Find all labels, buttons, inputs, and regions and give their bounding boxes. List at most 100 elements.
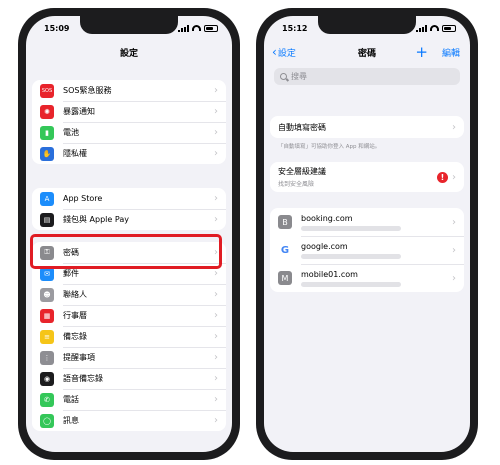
chevron-right-icon: › (214, 193, 218, 204)
settings-row-label: 暴露通知 (63, 107, 95, 116)
settings-row-sos[interactable]: SOS SOS緊急服務 › (32, 80, 226, 101)
wallet-icon: ▤ (40, 212, 54, 227)
booking-site-icon: B (278, 215, 292, 229)
chevron-right-icon: › (214, 148, 218, 159)
password-entry-row[interactable]: Bbooking.com › (270, 208, 464, 236)
settings-row-notes[interactable]: ≡ 備忘錄 › (32, 326, 226, 347)
exposure-notification-icon: ✺ (40, 104, 54, 119)
add-password-button[interactable]: + (415, 45, 428, 60)
blurred-username (301, 225, 401, 231)
settings-row-label: 語音備忘錄 (63, 374, 103, 383)
nav-bar: ‹ 設定 密碼 + 編輯 (264, 40, 470, 64)
chevron-right-icon: › (214, 214, 218, 225)
signal-icon (178, 24, 189, 32)
settings-row-label: 錢包與 Apple Pay (63, 215, 129, 224)
site-name: booking.com (301, 213, 353, 223)
settings-row-app-store[interactable]: A App Store › (32, 188, 226, 209)
settings-row-label: 電話 (63, 395, 79, 404)
chevron-right-icon: › (452, 272, 456, 284)
settings-row-wallet[interactable]: ▤ 錢包與 Apple Pay › (32, 209, 226, 230)
chevron-right-icon: › (214, 310, 218, 321)
notch (318, 16, 416, 34)
settings-row-voice-memos[interactable]: ◉ 語音備忘錄 › (32, 368, 226, 389)
right-phone: 15:12 ‹ 設定 密碼 + 編輯 搜尋 自動填寫密碼 › 「自動填寫」可協助… (256, 8, 478, 460)
password-entry-row[interactable]: Ggoogle.com › (270, 236, 464, 264)
chevron-right-icon: › (214, 352, 218, 363)
blurred-username (301, 281, 401, 287)
password-entry-text: mobile01.com (301, 270, 452, 287)
wifi-icon (430, 25, 439, 31)
chevron-right-icon: › (214, 127, 218, 138)
reminders-icon: ⋮ (40, 350, 54, 365)
search-placeholder: 搜尋 (291, 72, 307, 81)
site-name: mobile01.com (301, 269, 358, 279)
wifi-icon (192, 25, 201, 31)
settings-row-label: 行事曆 (63, 311, 87, 320)
settings-row-contacts[interactable]: ☻ 聯絡人 › (32, 284, 226, 305)
warning-badge-icon: ! (437, 171, 448, 183)
autofill-footnote: 「自動填寫」可協助你登入 App 和網站。 (278, 144, 381, 150)
status-time: 15:12 (282, 23, 308, 33)
edit-button[interactable]: 編輯 (442, 46, 460, 59)
left-phone: 15:09 設定 SOS SOS緊急服務 › ✺ 暴露通知 › ▮ 電池 › ✋ 隱私權 › A App… (18, 8, 240, 460)
autofill-card: 自動填寫密碼 › (270, 116, 464, 138)
settings-row-reminders[interactable]: ⋮ 提醒事項 › (32, 347, 226, 368)
signal-icon (416, 24, 427, 32)
contacts-icon: ☻ (40, 287, 54, 302)
chevron-right-icon: › (214, 289, 218, 300)
search-input[interactable]: 搜尋 (274, 68, 460, 85)
settings-row-phone[interactable]: ✆ 電話 › (32, 389, 226, 410)
back-label: 設定 (277, 48, 296, 59)
phone-icon: ✆ (40, 392, 54, 407)
settings-row-label: 聯絡人 (63, 290, 87, 299)
settings-row-messages[interactable]: ◯ 訊息 › (32, 410, 226, 431)
page-title: 設定 (119, 48, 138, 59)
chevron-right-icon: › (214, 106, 218, 117)
settings-group-1: SOS SOS緊急服務 › ✺ 暴露通知 › ▮ 電池 › ✋ 隱私權 › (32, 80, 226, 164)
settings-group-3: ⚿ 密碼 › ✉ 郵件 › ☻ 聯絡人 › ▦ 行事曆 › ≡ 備忘錄 › ⋮ 提醒事項 › ◉ 語音備忘錄 › ✆ 電話 ›… (32, 242, 226, 431)
saved-passwords-list: Bbooking.com › Ggoogle.com › Mmobile01.com › (270, 208, 464, 292)
chevron-right-icon: › (452, 216, 456, 228)
passwords-screen: 15:12 ‹ 設定 密碼 + 編輯 搜尋 自動填寫密碼 › 「自動填寫」可協助… (264, 16, 470, 452)
password-entry-text: booking.com (301, 214, 452, 231)
password-entry-text: google.com (301, 242, 452, 259)
chevron-right-icon: › (452, 244, 456, 256)
back-button[interactable]: ‹ 設定 (272, 46, 296, 59)
chevron-right-icon: › (214, 268, 218, 279)
messages-icon: ◯ (40, 413, 54, 428)
autofill-label: 自動填寫密碼 (278, 122, 326, 132)
search-icon (280, 73, 287, 80)
settings-row-label: 隱私權 (63, 149, 87, 158)
settings-row-label: 電池 (63, 128, 79, 137)
google-site-icon: G (278, 243, 292, 257)
settings-row-calendar[interactable]: ▦ 行事曆 › (32, 305, 226, 326)
settings-row-battery[interactable]: ▮ 電池 › (32, 122, 226, 143)
password-entry-row[interactable]: Mmobile01.com › (270, 264, 464, 292)
settings-row-label: 訊息 (63, 416, 79, 425)
blurred-username (301, 253, 401, 259)
settings-row-label: SOS緊急服務 (63, 86, 112, 95)
privacy-hand-icon: ✋ (40, 146, 54, 161)
security-recommendations-row[interactable]: 安全層級建議 找到安全風險 ! › (270, 162, 464, 192)
battery-status-icon (442, 24, 456, 32)
settings-row-label: 備忘錄 (63, 332, 87, 341)
chevron-right-icon: › (214, 331, 218, 342)
notes-icon: ≡ (40, 329, 54, 344)
battery-icon: ▮ (40, 125, 54, 140)
settings-row-label: 提醒事項 (63, 353, 95, 362)
status-time: 15:09 (44, 23, 70, 33)
settings-row-exposure-notification[interactable]: ✺ 暴露通知 › (32, 101, 226, 122)
chevron-right-icon: › (214, 415, 218, 426)
voice-memos-icon: ◉ (40, 371, 54, 386)
page-title: 密碼 (357, 48, 376, 59)
settings-row-privacy-hand[interactable]: ✋ 隱私權 › (32, 143, 226, 164)
chevron-right-icon: › (214, 85, 218, 96)
chevron-right-icon: › (214, 394, 218, 405)
autofill-passwords-row[interactable]: 自動填寫密碼 › (270, 116, 464, 138)
calendar-icon: ▦ (40, 308, 54, 323)
settings-group-2: A App Store › ▤ 錢包與 Apple Pay › (32, 188, 226, 230)
settings-row-label: 郵件 (63, 269, 79, 278)
chevron-right-icon: › (452, 171, 456, 183)
app-store-icon: A (40, 191, 54, 206)
battery-status-icon (204, 24, 218, 32)
